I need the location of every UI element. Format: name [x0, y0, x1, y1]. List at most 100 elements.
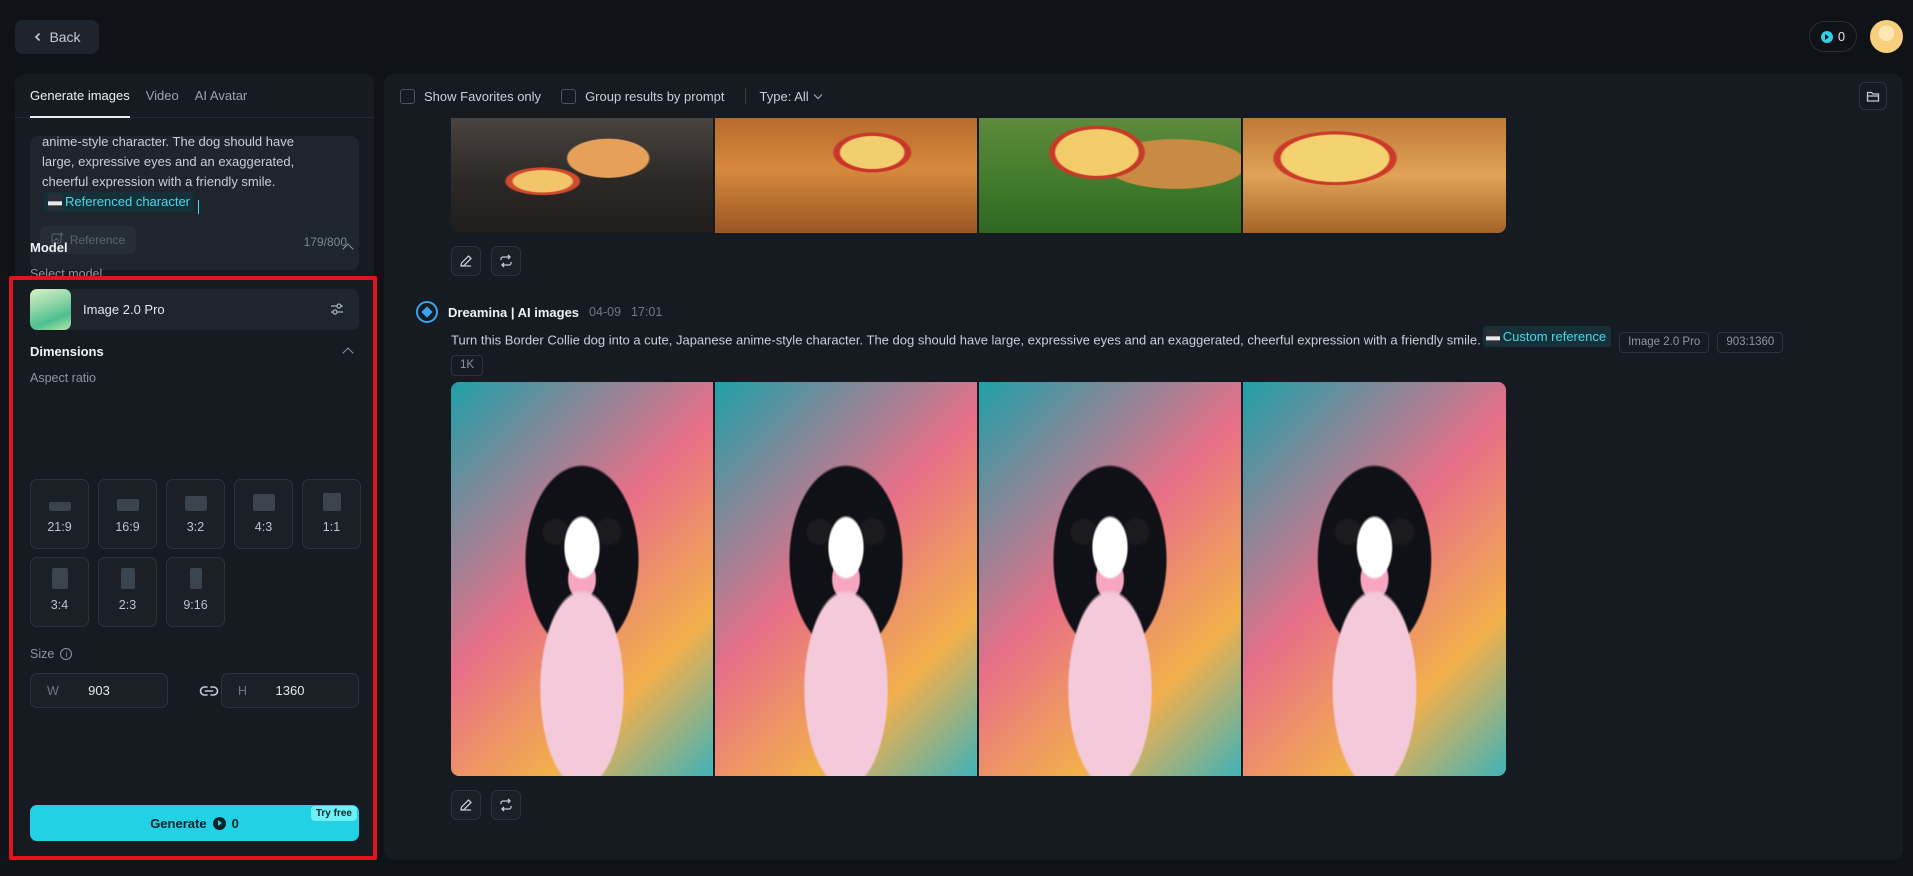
referenced-character-tag[interactable]: Referenced character: [44, 192, 195, 212]
pencil-icon: [460, 799, 472, 811]
custom-reference-tag[interactable]: Custom reference: [1482, 326, 1612, 347]
favorites-checkbox[interactable]: [400, 88, 415, 104]
height-input[interactable]: H 1360: [221, 673, 359, 708]
ratio-tag: 903:1360: [1717, 331, 1784, 353]
model-section-title: Model: [30, 240, 68, 255]
type-label: Type: All: [759, 88, 809, 104]
group-filter[interactable]: Group results by prompt: [561, 88, 725, 104]
tab-video[interactable]: Video: [146, 74, 179, 118]
collapse-dimensions-icon[interactable]: [342, 347, 354, 359]
generation-prompt: Turn this Border Collie dog into a cute,…: [451, 326, 1871, 376]
result-image[interactable]: [979, 382, 1241, 776]
result-image[interactable]: [979, 118, 1241, 233]
avatar[interactable]: [1870, 20, 1903, 53]
dimensions-section-title: Dimensions: [30, 344, 104, 359]
aspect-3-2[interactable]: 3:2: [166, 479, 225, 549]
chevron-left-icon: [33, 29, 43, 45]
result-image[interactable]: [451, 382, 713, 776]
ratio-label: 4:3: [254, 520, 273, 534]
settings-sliders-icon[interactable]: [329, 301, 345, 317]
width-input[interactable]: W 903: [30, 673, 168, 708]
aspect-2-3[interactable]: 2:3: [98, 557, 157, 627]
result-image[interactable]: [1243, 118, 1506, 233]
regenerate-button[interactable]: [491, 790, 521, 820]
credits-count: 0: [1837, 29, 1846, 44]
height-value: 1360: [275, 683, 305, 698]
group-label: Group results by prompt: [585, 88, 725, 104]
generate-cost: 0: [231, 815, 239, 831]
ratio-label: 9:16: [183, 598, 208, 612]
reference-thumbnail: [48, 194, 62, 210]
dreamina-logo-icon: [416, 301, 438, 323]
generate-label: Generate: [150, 815, 207, 831]
generation-date: 04-09: [589, 305, 622, 319]
ratio-shape: [184, 496, 207, 511]
width-value: 903: [88, 683, 110, 698]
generation-prompt-text: Turn this Border Collie dog into a cute,…: [451, 332, 1481, 348]
prompt-input[interactable]: anime-style character. The dog should ha…: [30, 136, 359, 270]
ratio-label: 3:2: [186, 520, 205, 534]
text-caret: [198, 199, 200, 214]
aspect-16-9[interactable]: 16:9: [98, 479, 157, 549]
model-thumbnail: [30, 289, 71, 330]
reference-thumbnail: [1485, 328, 1500, 345]
ratio-label: 2:3: [118, 598, 137, 612]
model-selector[interactable]: Image 2.0 Pro: [30, 289, 359, 330]
ratio-shape: [252, 494, 275, 511]
result-image[interactable]: [1243, 382, 1506, 776]
credit-icon: [1820, 30, 1833, 43]
select-model-label: Select model: [30, 267, 103, 281]
aspect-ratio-label: Aspect ratio: [30, 371, 97, 385]
ratio-shape: [120, 568, 135, 589]
generate-button[interactable]: Generate 0 Try free: [30, 805, 359, 841]
tab-ai-avatar[interactable]: AI Avatar: [195, 74, 248, 118]
link-ratio-icon[interactable]: [199, 682, 219, 700]
folder-button[interactable]: [1859, 82, 1887, 110]
ratio-shape: [51, 568, 68, 589]
regenerate-button[interactable]: [491, 246, 521, 276]
ratio-label: 16:9: [115, 520, 140, 534]
prompt-text[interactable]: anime-style character. The dog should ha…: [42, 136, 322, 216]
edit-button[interactable]: [451, 790, 481, 820]
divider: [744, 88, 746, 104]
aspect-4-3[interactable]: 4:3: [234, 479, 293, 549]
aspect-9-16[interactable]: 9:16: [166, 557, 225, 627]
ratio-shape: [48, 502, 71, 511]
back-button[interactable]: Back: [15, 20, 99, 54]
aspect-3-4[interactable]: 3:4: [30, 557, 89, 627]
repeat-icon: [500, 798, 512, 812]
size-label-text: Size: [30, 647, 55, 661]
result-image[interactable]: [715, 382, 977, 776]
result-image[interactable]: [451, 118, 713, 233]
ratio-label: 3:4: [50, 598, 69, 612]
aspect-1-1[interactable]: 1:1: [302, 479, 361, 549]
type-dropdown[interactable]: Type: All: [759, 88, 822, 104]
aspect-21-9[interactable]: 21:9: [30, 479, 89, 549]
pencil-icon: [460, 255, 472, 267]
group-checkbox[interactable]: [561, 88, 577, 104]
chevron-down-icon: [813, 90, 822, 99]
edit-button[interactable]: [451, 246, 481, 276]
model-name: Image 2.0 Pro: [83, 302, 165, 317]
resolution-tag: 1K: [451, 354, 484, 376]
results-panel: Show Favorites only Group results by pro…: [384, 74, 1903, 860]
model-tag: Image 2.0 Pro: [1619, 331, 1710, 353]
folder-icon: [1866, 91, 1880, 102]
favorites-filter[interactable]: Show Favorites only: [400, 88, 542, 104]
generation-sidebar: Generate images Video AI Avatar anime-st…: [15, 74, 374, 860]
filter-bar: Show Favorites only Group results by pro…: [384, 74, 1903, 118]
referenced-character-label: Referenced character: [65, 194, 191, 209]
ratio-label: 1:1: [322, 520, 341, 534]
try-free-badge: Try free: [310, 806, 357, 821]
info-icon[interactable]: i: [60, 648, 73, 660]
credits-indicator[interactable]: 0: [1809, 21, 1857, 52]
ratio-label: 21:9: [47, 520, 72, 534]
generation-header: Dreamina | AI images 04-09 17:01: [416, 301, 662, 323]
tab-generate-images[interactable]: Generate images: [30, 74, 130, 118]
result-image[interactable]: [715, 118, 977, 233]
custom-reference-label: Custom reference: [1502, 329, 1607, 344]
credit-icon: [212, 816, 226, 830]
generation-time: 17:01: [631, 305, 663, 319]
favorites-label: Show Favorites only: [424, 88, 542, 104]
ratio-shape: [322, 493, 341, 511]
